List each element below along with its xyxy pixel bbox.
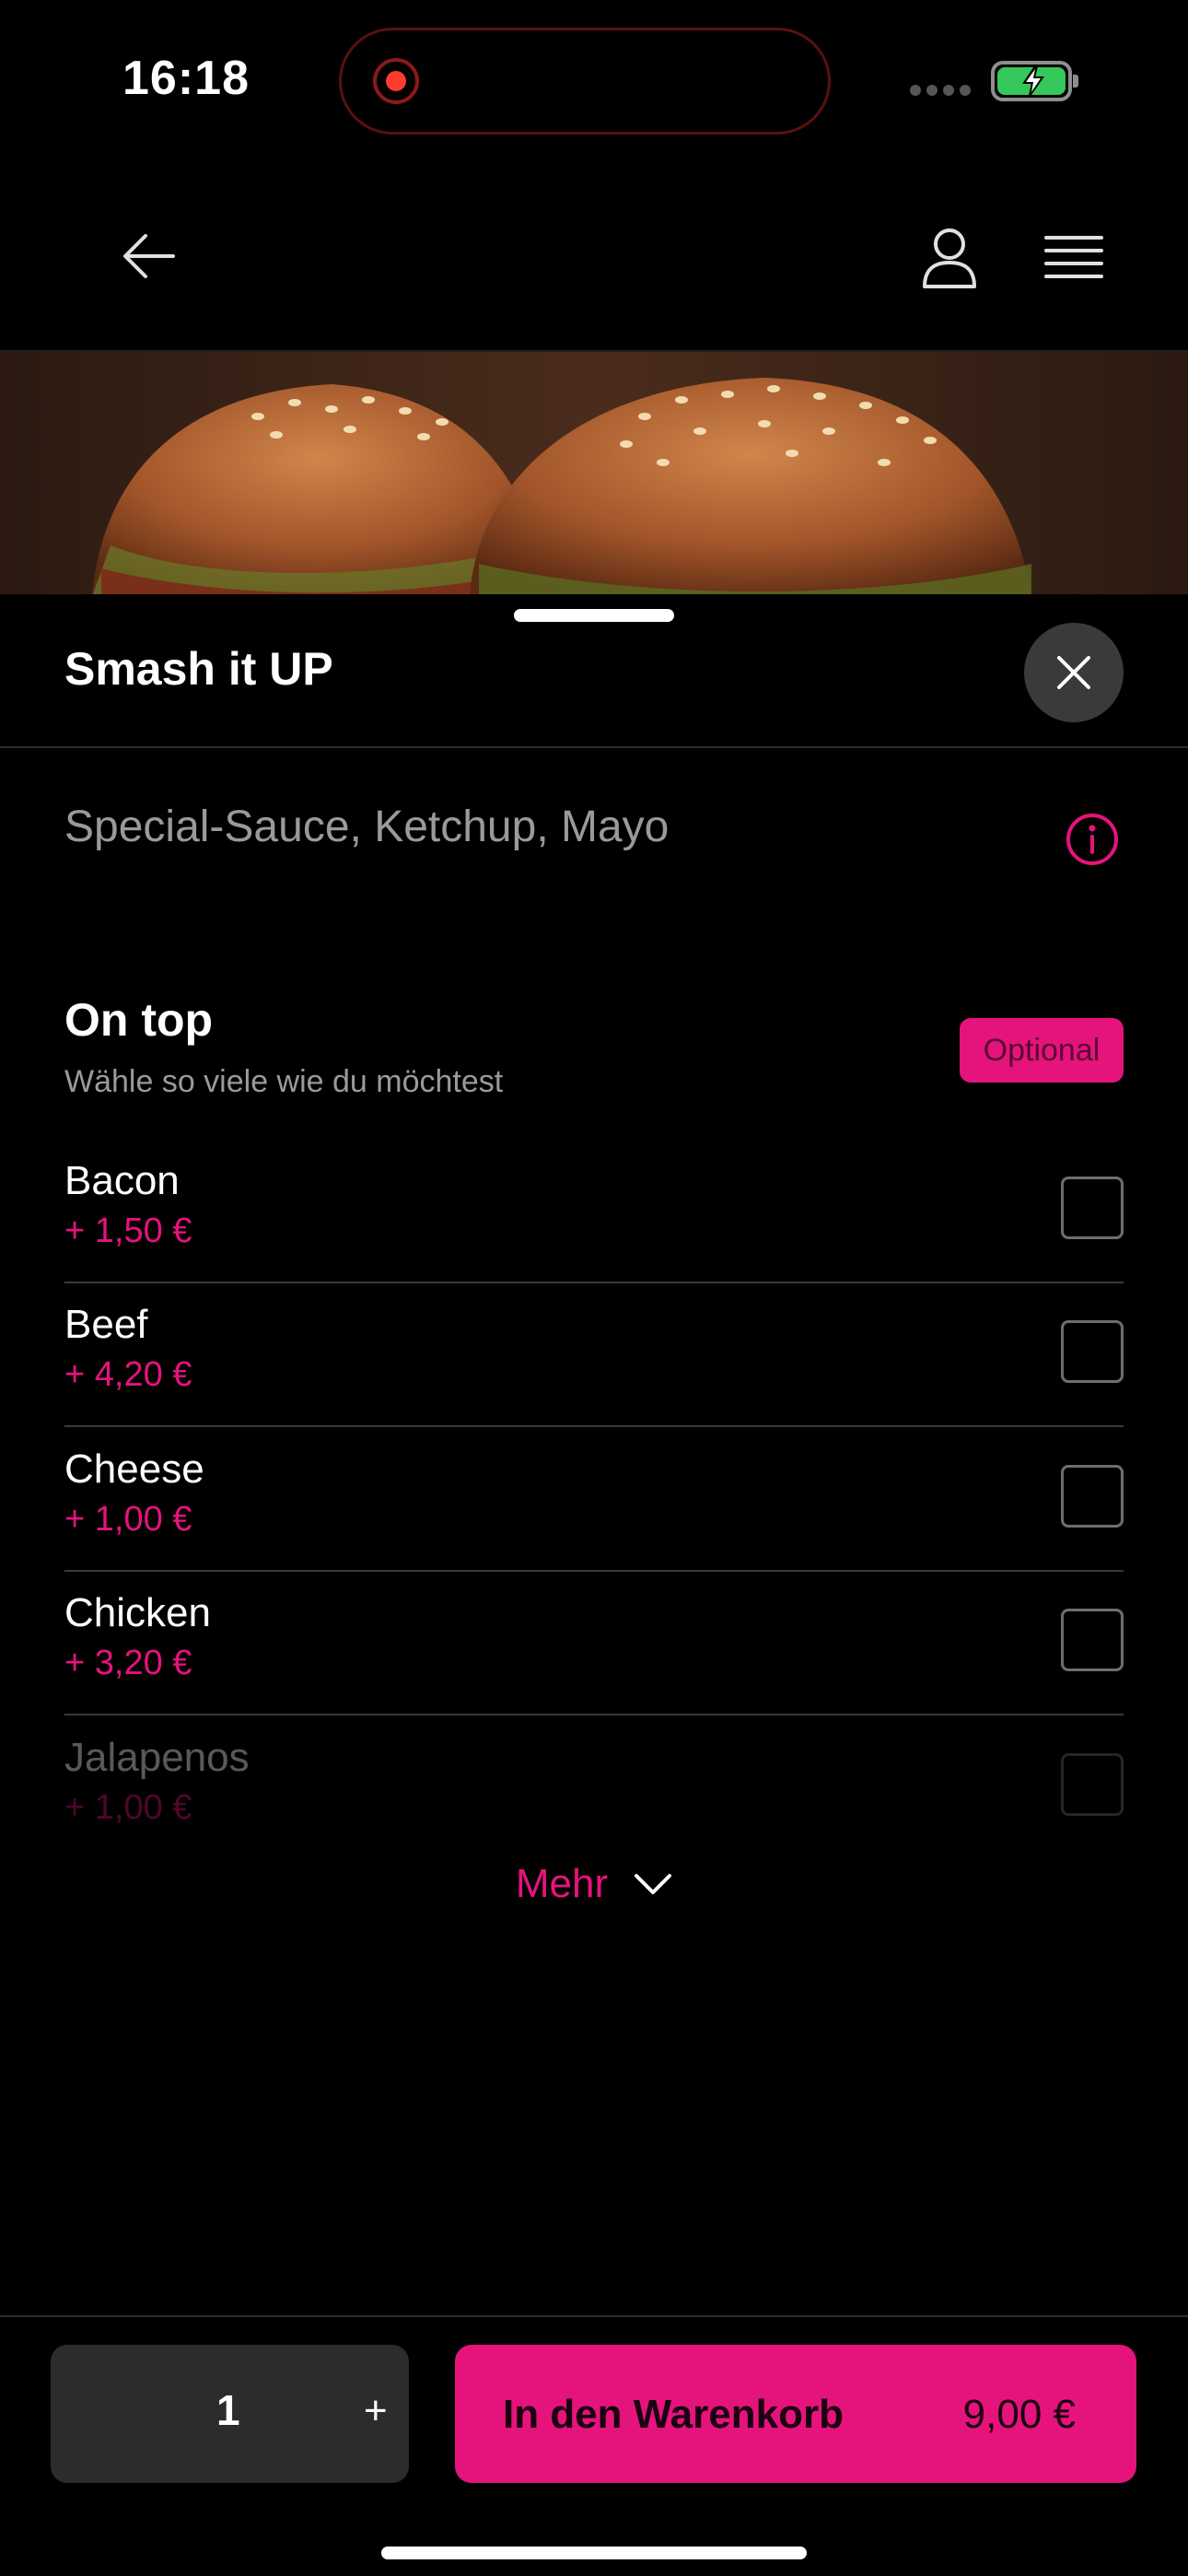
option-name: Jalapenos (64, 1735, 250, 1780)
sheet-grabber[interactable] (514, 609, 674, 622)
option-checkbox[interactable] (1061, 1465, 1124, 1528)
option-price: + 1,00 € (64, 1500, 192, 1539)
option-item-bacon[interactable]: Bacon + 1,50 € (64, 1140, 1124, 1283)
option-checkbox[interactable] (1061, 1753, 1124, 1816)
option-name: Beef (64, 1302, 148, 1347)
show-more-label: Mehr (515, 1861, 609, 1906)
chevron-down-icon (635, 1874, 672, 1894)
divider (0, 746, 1188, 748)
increment-button[interactable]: + (364, 2388, 388, 2434)
info-icon (1066, 814, 1118, 865)
show-more-button[interactable]: Mehr (0, 1852, 1188, 1916)
product-image (0, 352, 1188, 596)
total-price: 9,00 € (962, 2392, 1076, 2437)
status-bar: 16:18 (0, 0, 1188, 161)
info-button[interactable] (1065, 812, 1120, 867)
divider (64, 1425, 1124, 1427)
account-button[interactable] (917, 226, 982, 290)
recording-icon (373, 58, 419, 104)
option-price: + 1,50 € (64, 1212, 192, 1250)
add-to-cart-label: In den Warenkorb (503, 2392, 844, 2437)
option-checkbox[interactable] (1061, 1609, 1124, 1671)
user-icon (923, 228, 976, 288)
option-price: + 3,20 € (64, 1644, 192, 1682)
option-price: + 1,00 € (64, 1788, 192, 1827)
optional-badge: Optional (960, 1018, 1124, 1083)
option-item-jalapenos[interactable]: Jalapenos + 1,00 € (64, 1716, 1124, 1860)
menu-button[interactable] (1042, 230, 1105, 286)
product-title: Smash it UP (64, 643, 333, 695)
product-description: Special-Sauce, Ketchup, Mayo (64, 802, 670, 851)
arrow-left-icon (123, 234, 175, 278)
signal-icon (910, 85, 974, 98)
app-header (0, 161, 1188, 352)
option-price: + 4,20 € (64, 1355, 192, 1394)
product-sheet: Smash it UP Special-Sauce, Ketchup, Mayo… (0, 594, 1188, 2317)
close-icon (1057, 656, 1090, 689)
back-button[interactable] (118, 228, 182, 284)
divider (64, 1714, 1124, 1715)
add-to-cart-button[interactable]: In den Warenkorb 9,00 € (455, 2345, 1136, 2483)
quantity-value: 1 (216, 2386, 240, 2434)
option-name: Cheese (64, 1446, 204, 1492)
close-button[interactable] (1024, 623, 1124, 722)
option-checkbox[interactable] (1061, 1320, 1124, 1383)
option-name: Bacon (64, 1158, 180, 1203)
option-name: Chicken (64, 1590, 211, 1635)
bottom-action-bar: 1 + In den Warenkorb 9,00 € (0, 2315, 1188, 2576)
option-item-cheese[interactable]: Cheese + 1,00 € (64, 1428, 1124, 1572)
option-checkbox[interactable] (1061, 1177, 1124, 1239)
home-indicator[interactable] (381, 2547, 807, 2559)
battery-icon (991, 61, 1078, 101)
quantity-stepper[interactable]: 1 + (51, 2345, 409, 2483)
status-time: 16:18 (122, 52, 250, 105)
option-item-chicken[interactable]: Chicken + 3,20 € (64, 1572, 1124, 1715)
option-group-subtitle: Wähle so viele wie du möchtest (64, 1064, 504, 1099)
option-group-title: On top (64, 994, 214, 1046)
option-item-beef[interactable]: Beef + 4,20 € (64, 1283, 1124, 1427)
dynamic-island (339, 28, 831, 135)
hamburger-menu-icon (1044, 236, 1103, 278)
